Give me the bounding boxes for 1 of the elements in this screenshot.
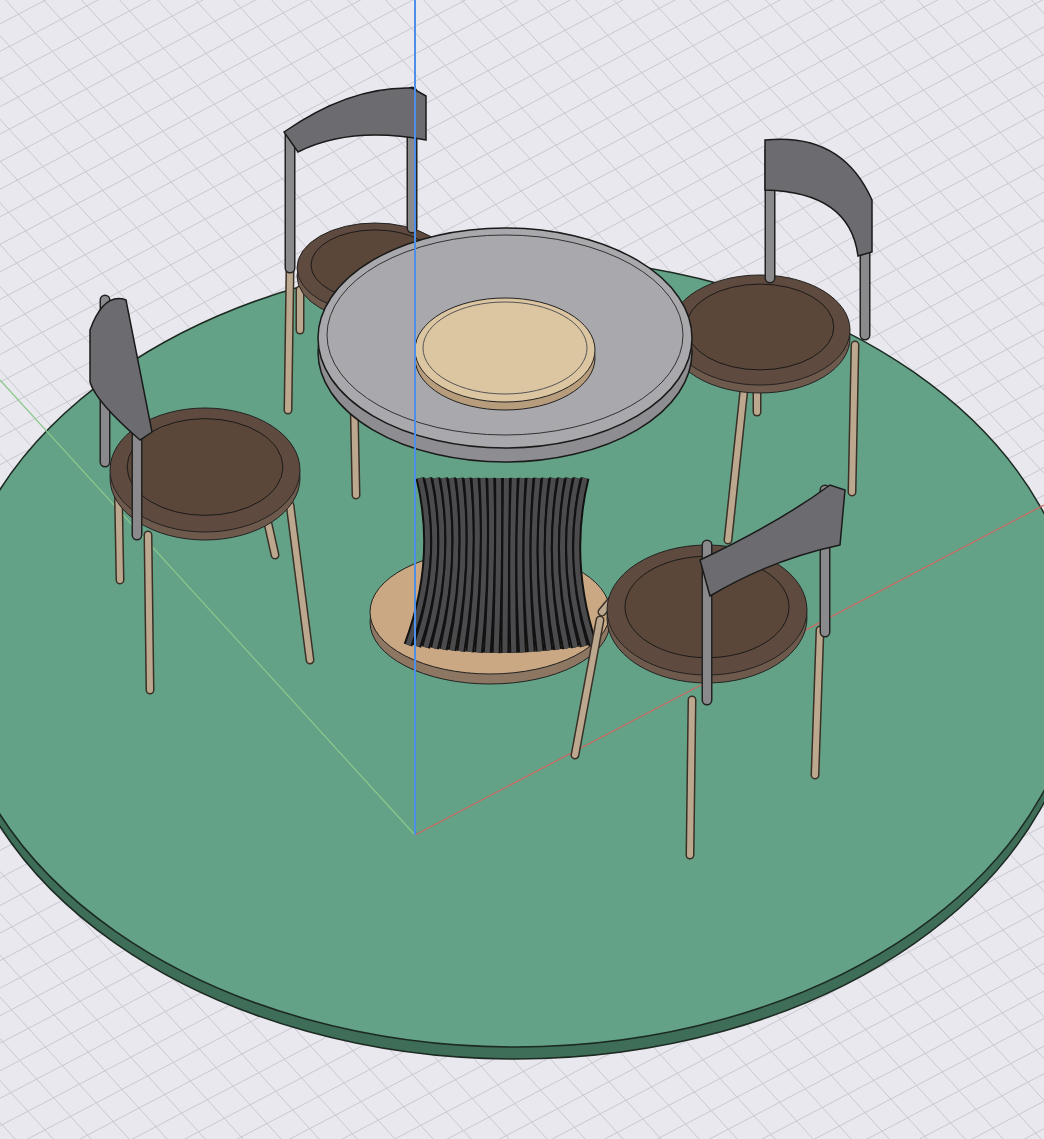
cad-viewport[interactable] <box>0 0 1044 1139</box>
